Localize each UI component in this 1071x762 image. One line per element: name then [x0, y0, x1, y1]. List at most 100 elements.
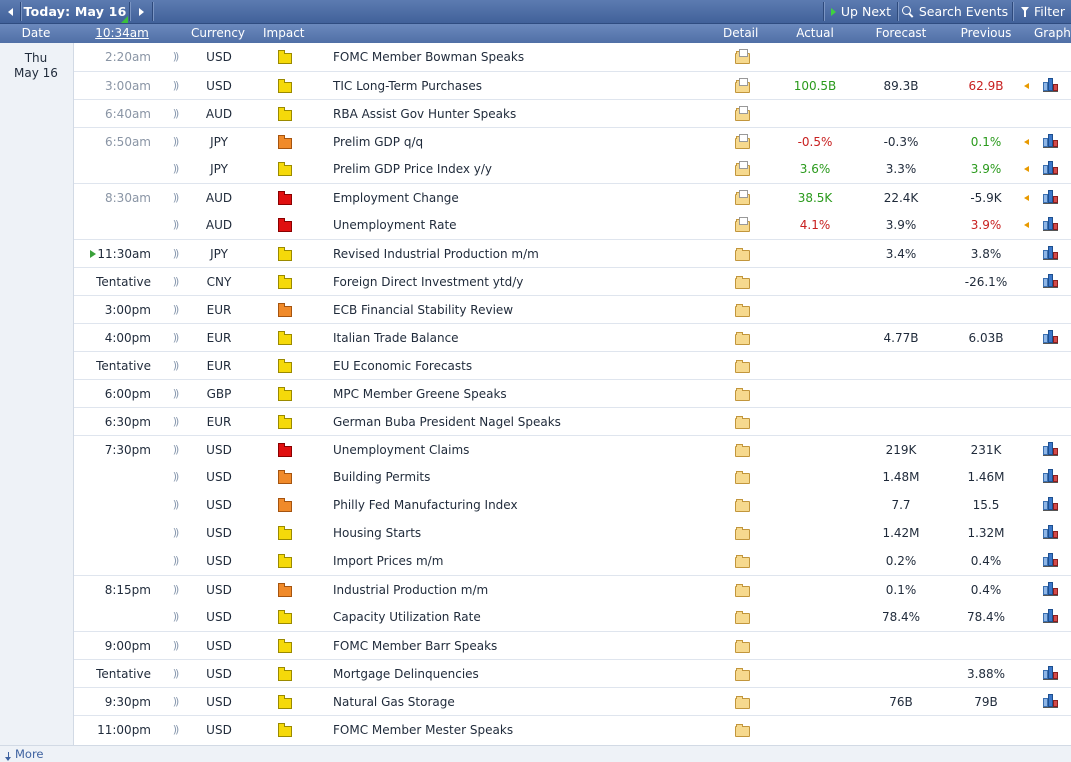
event-name[interactable]: Industrial Production m/m [333, 576, 713, 604]
detail-folder-icon[interactable] [735, 190, 750, 205]
bar-chart-icon[interactable] [1043, 274, 1058, 288]
alert-icon[interactable]: )) [170, 576, 180, 604]
graph-cell[interactable] [1040, 688, 1060, 716]
detail-folder-icon[interactable] [735, 611, 750, 624]
bar-chart-icon[interactable] [1043, 469, 1058, 483]
table-row[interactable]: )) USD Housing Starts 1.42M 1.32M [74, 519, 1071, 547]
table-row[interactable]: )) USD Building Permits 1.48M 1.46M [74, 463, 1071, 491]
event-name[interactable]: Housing Starts [333, 519, 713, 547]
more-link[interactable]: More [5, 747, 44, 761]
alert-icon[interactable]: )) [170, 100, 180, 128]
bar-chart-icon[interactable] [1043, 582, 1058, 596]
detail-cell[interactable] [732, 491, 750, 519]
search-events-button[interactable]: Search Events [900, 0, 1010, 23]
alert-icon[interactable]: )) [170, 632, 180, 660]
alert-icon[interactable]: )) [170, 603, 180, 631]
alert-icon[interactable]: )) [170, 463, 180, 491]
detail-cell[interactable] [732, 408, 750, 436]
filter-button[interactable]: Filter [1015, 0, 1071, 23]
event-name[interactable]: Foreign Direct Investment ytd/y [333, 268, 713, 296]
bar-chart-icon[interactable] [1043, 442, 1058, 456]
event-name[interactable]: FOMC Member Barr Speaks [333, 632, 713, 660]
alert-icon[interactable]: )) [170, 408, 180, 436]
detail-cell[interactable] [732, 240, 750, 268]
event-name[interactable]: Prelim GDP Price Index y/y [333, 155, 713, 183]
detail-cell[interactable] [732, 324, 750, 352]
table-row[interactable]: 6:30pm)) EUR German Buba President Nagel S… [74, 407, 1071, 436]
table-row[interactable]: )) AUD Unemployment Rate 4.1% 3.9% 3.9% [74, 211, 1071, 239]
detail-cell[interactable] [732, 155, 750, 183]
detail-folder-icon[interactable] [735, 471, 750, 484]
detail-cell[interactable] [732, 296, 750, 324]
table-row[interactable]: 8:15pm)) USD Industrial Production m/m 0.1%… [74, 575, 1071, 604]
detail-cell[interactable] [732, 128, 750, 156]
bar-chart-icon[interactable] [1043, 525, 1058, 539]
bar-chart-icon[interactable] [1043, 217, 1058, 231]
bar-chart-icon[interactable] [1043, 497, 1058, 511]
detail-cell[interactable] [732, 632, 750, 660]
detail-folder-icon[interactable] [735, 724, 750, 737]
graph-cell[interactable] [1040, 603, 1060, 631]
alert-icon[interactable]: )) [170, 211, 180, 239]
detail-folder-icon[interactable] [735, 444, 750, 457]
alert-icon[interactable]: )) [170, 380, 180, 408]
bar-chart-icon[interactable] [1043, 330, 1058, 344]
detail-cell[interactable] [732, 547, 750, 575]
table-row[interactable]: Tentative)) CNY Foreign Direct Investment … [74, 267, 1071, 296]
header-current-time[interactable]: 10:34am [90, 24, 154, 43]
detail-cell[interactable] [732, 463, 750, 491]
table-row[interactable]: 6:50am)) JPY Prelim GDP q/q -0.5% -0.3% 0.1% [74, 127, 1071, 156]
table-row[interactable]: 3:00am)) USD TIC Long-Term Purchases 100.5B… [74, 71, 1071, 100]
table-row[interactable]: )) USD Philly Fed Manufacturing Index 7.7 15… [74, 491, 1071, 519]
graph-cell[interactable] [1040, 324, 1060, 352]
detail-cell[interactable] [732, 716, 750, 744]
event-name[interactable]: Import Prices m/m [333, 547, 713, 575]
table-row[interactable]: 8:30am)) AUD Employment Change 38.5K 22.4K -5… [74, 183, 1071, 212]
detail-cell[interactable] [732, 43, 750, 71]
event-name[interactable]: Natural Gas Storage [333, 688, 713, 716]
detail-folder-icon[interactable] [735, 360, 750, 373]
alert-icon[interactable]: )) [170, 296, 180, 324]
detail-cell[interactable] [732, 603, 750, 631]
revised-marker-icon[interactable] [1024, 139, 1029, 145]
alert-icon[interactable]: )) [170, 268, 180, 296]
alert-icon[interactable]: )) [170, 519, 180, 547]
alert-icon[interactable]: )) [170, 240, 180, 268]
event-name[interactable]: Philly Fed Manufacturing Index [333, 491, 713, 519]
graph-cell[interactable] [1040, 576, 1060, 604]
graph-cell[interactable] [1040, 184, 1060, 212]
table-row[interactable]: )) USD Capacity Utilization Rate 78.4% 78.4% [74, 603, 1071, 631]
event-name[interactable]: Unemployment Rate [333, 211, 713, 239]
alert-icon[interactable]: )) [170, 547, 180, 575]
event-name[interactable]: German Buba President Nagel Speaks [333, 408, 713, 436]
table-row[interactable]: 6:00pm)) GBP MPC Member Greene Speaks [74, 379, 1071, 408]
table-row[interactable]: 3:00pm)) EUR ECB Financial Stability Revie… [74, 295, 1071, 324]
bar-chart-icon[interactable] [1043, 161, 1058, 175]
graph-cell[interactable] [1040, 128, 1060, 156]
graph-cell[interactable] [1040, 660, 1060, 688]
graph-cell[interactable] [1040, 211, 1060, 239]
detail-cell[interactable] [732, 352, 750, 380]
detail-cell[interactable] [732, 436, 750, 464]
table-row[interactable]: 11:30am)) JPY Revised Industrial Productio… [74, 239, 1071, 268]
table-row[interactable]: Tentative)) USD Mortgage Delinquencies 3.88… [74, 659, 1071, 688]
graph-cell[interactable] [1040, 268, 1060, 296]
table-row[interactable]: 9:00pm)) USD FOMC Member Barr Speaks [74, 631, 1071, 660]
table-row[interactable]: )) JPY Prelim GDP Price Index y/y 3.6% 3.3% 3… [74, 155, 1071, 183]
event-name[interactable]: Prelim GDP q/q [333, 128, 713, 156]
next-day-button[interactable] [131, 0, 151, 23]
detail-folder-icon[interactable] [735, 696, 750, 709]
alert-icon[interactable]: )) [170, 660, 180, 688]
bar-chart-icon[interactable] [1043, 553, 1058, 567]
detail-folder-icon[interactable] [735, 161, 750, 176]
event-name[interactable]: ECB Financial Stability Review [333, 296, 713, 324]
detail-folder-icon[interactable] [735, 388, 750, 401]
graph-cell[interactable] [1040, 240, 1060, 268]
alert-icon[interactable]: )) [170, 128, 180, 156]
bar-chart-icon[interactable] [1043, 609, 1058, 623]
detail-cell[interactable] [732, 72, 750, 100]
detail-folder-icon[interactable] [735, 640, 750, 653]
graph-cell[interactable] [1040, 463, 1060, 491]
today-button[interactable]: Today: May 16 [22, 0, 128, 23]
event-name[interactable]: Employment Change [333, 184, 713, 212]
